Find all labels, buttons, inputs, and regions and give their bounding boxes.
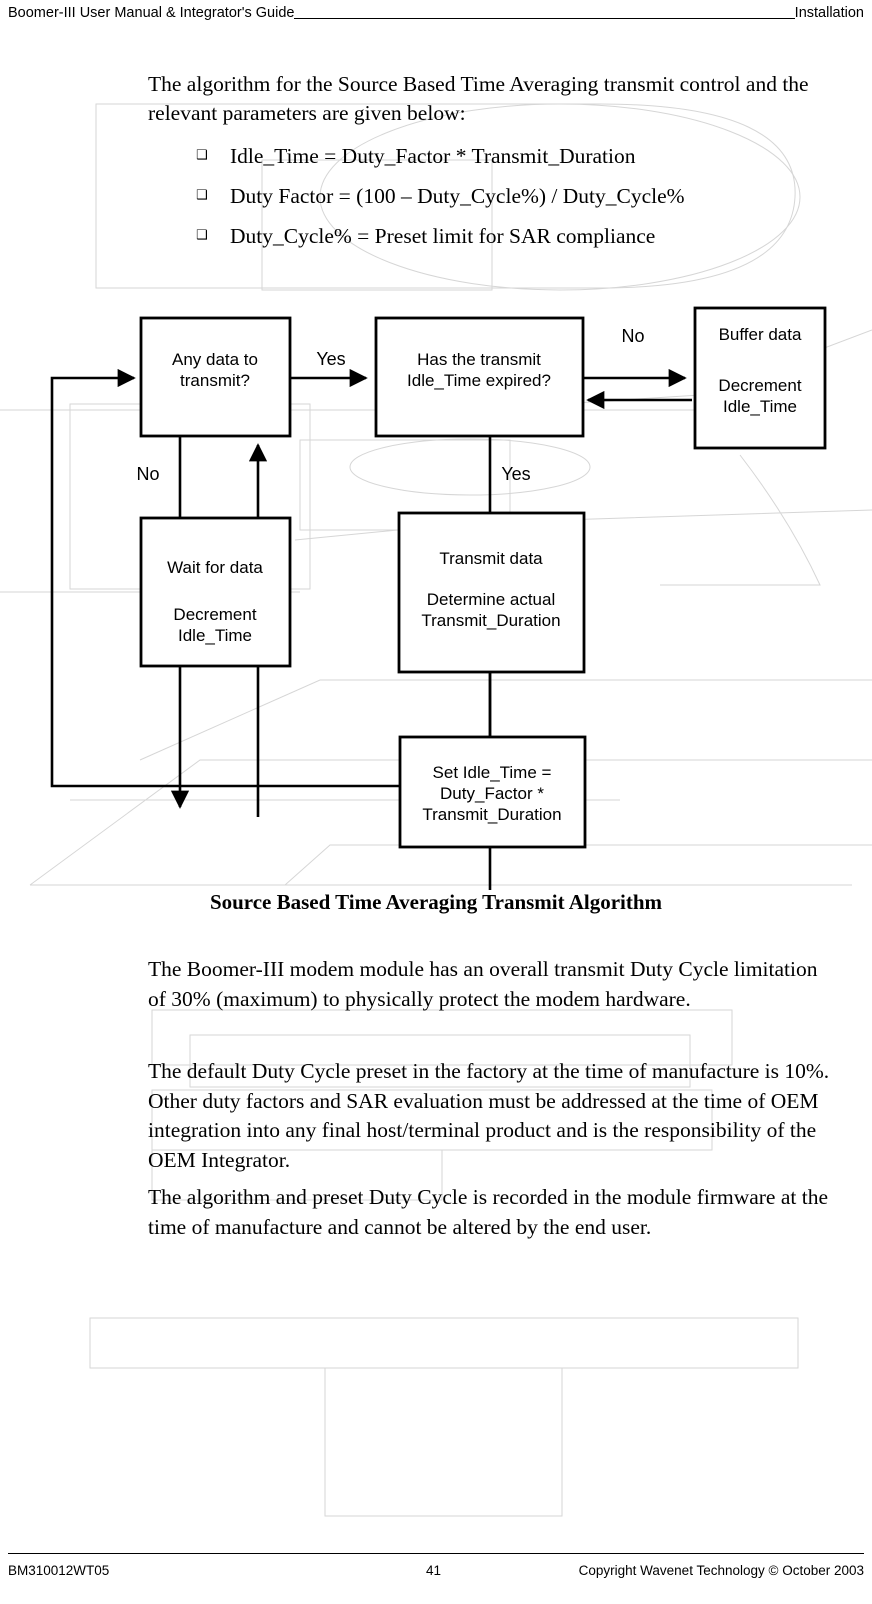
parameter-bullet-list: ❑ Idle_Time = Duty_Factor * Transmit_Dur… (196, 136, 836, 256)
intro-paragraph: The algorithm for the Source Based Time … (148, 72, 809, 125)
header-title: Boomer-III User Manual & Integrator's Gu… (8, 5, 295, 21)
list-item: ❑ Idle_Time = Duty_Factor * Transmit_Dur… (196, 136, 836, 176)
figure-caption: Source Based Time Averaging Transmit Alg… (209, 890, 663, 914)
node-label: Idle_Time (723, 397, 797, 416)
paragraph-firmware-recorded: The algorithm and preset Duty Cycle is r… (148, 1185, 829, 1239)
node-label: Determine actual (427, 590, 556, 609)
node-label: Idle_Time expired? (407, 371, 551, 390)
copyright-notice: Copyright Wavenet Technology © October 2… (578, 1563, 864, 1578)
edge-label-yes: Yes (501, 464, 530, 484)
node-label: Decrement (173, 605, 256, 624)
node-label: Transmit_Duration (422, 805, 561, 824)
bullet-square-icon: ❑ (196, 228, 208, 243)
node-label: Any data to (172, 350, 258, 369)
node-label: Has the transmit (417, 350, 541, 369)
bullet-square-icon: ❑ (196, 188, 208, 203)
list-item-label: Duty Factor = (100 – Duty_Cycle%) / Duty… (230, 184, 685, 208)
edge-label-yes: Yes (316, 349, 345, 369)
page-header: Boomer-III User Manual & Integrator's Gu… (8, 0, 864, 26)
edge-label-no: No (136, 464, 159, 484)
list-item-label: Idle_Time = Duty_Factor * Transmit_Durat… (230, 144, 636, 168)
header-section: Installation (794, 5, 864, 21)
document-id: BM310012WT05 (8, 1563, 110, 1578)
node-label: Wait for data (167, 558, 263, 577)
node-label: Decrement (718, 376, 801, 395)
node-label: transmit? (180, 371, 250, 390)
bullet-square-icon: ❑ (196, 148, 208, 163)
page-number: 41 (426, 1563, 442, 1578)
list-item: ❑ Duty Factor = (100 – Duty_Cycle%) / Du… (196, 176, 836, 216)
edge-label-no: No (621, 326, 644, 346)
flowchart-diagram: Any data to transmit? Has the transmit I… (50, 306, 827, 890)
node-label: Duty_Factor * (440, 784, 544, 803)
node-label: Buffer data (719, 325, 802, 344)
paragraph-duty-cycle-limit: The Boomer-III modem module has an overa… (148, 957, 818, 1011)
paragraph-default-duty-cycle: The default Duty Cycle preset in the fac… (148, 1059, 830, 1172)
node-label: Transmit_Duration (421, 611, 560, 630)
header-rule (294, 6, 795, 19)
node-label: Set Idle_Time = (433, 763, 552, 782)
node-label: Transmit data (439, 549, 543, 568)
page-footer: BM310012WT05 41 Copyright Wavenet Techno… (8, 1553, 864, 1578)
list-item: ❑ Duty_Cycle% = Preset limit for SAR com… (196, 216, 836, 256)
list-item-label: Duty_Cycle% = Preset limit for SAR compl… (230, 224, 656, 248)
node-label: Idle_Time (178, 626, 252, 645)
